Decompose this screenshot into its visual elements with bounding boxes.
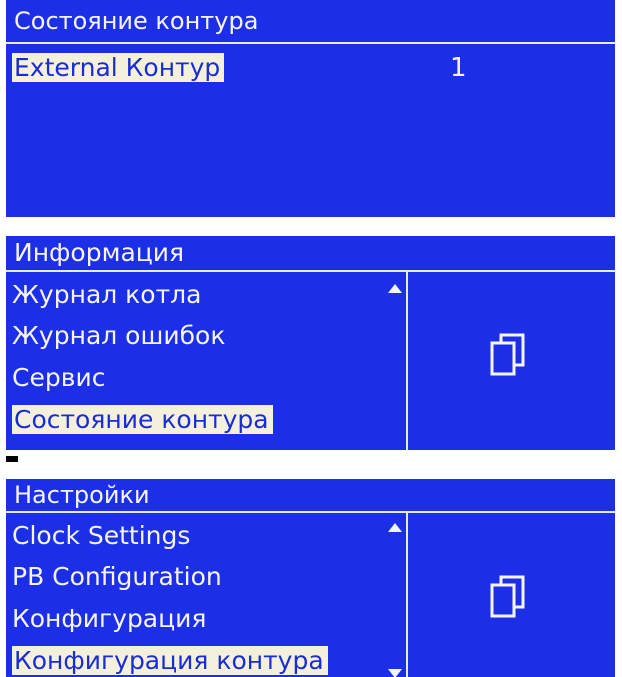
- vertical-divider: [406, 272, 408, 450]
- menu-list: Clock Settings PB Configuration Конфигур…: [6, 513, 406, 677]
- stray-mark: [6, 456, 18, 462]
- copy-pages-icon: [490, 333, 525, 376]
- menu-item-service[interactable]: Сервис: [12, 363, 105, 392]
- panel-title: Настройки: [6, 479, 615, 513]
- menu-item-label: Clock Settings: [12, 521, 191, 550]
- information-panel: Информация Журнал котла Журнал ошибок Се…: [6, 236, 615, 450]
- menu-list: Журнал котла Журнал ошибок Сервис Состоя…: [6, 272, 406, 450]
- settings-panel: Настройки Clock Settings PB Configuratio…: [6, 479, 615, 677]
- menu-item-label: External Контур: [12, 53, 225, 82]
- menu-item-boiler-log[interactable]: Журнал котла: [12, 280, 201, 309]
- scroll-down-icon[interactable]: [388, 669, 402, 677]
- panel-title: Информация: [6, 236, 615, 272]
- menu-item-label: Конфигурация контура: [12, 646, 328, 675]
- menu-item-circuit-status[interactable]: Состояние контура: [12, 405, 273, 434]
- menu-item-pb-configuration[interactable]: PB Configuration: [12, 562, 222, 591]
- menu-item-label: Сервис: [12, 363, 106, 392]
- menu-item-circuit-configuration[interactable]: Конфигурация контура: [12, 646, 328, 675]
- menu-item-label: Конфигурация: [12, 604, 207, 633]
- menu-item-error-log[interactable]: Журнал ошибок: [12, 321, 225, 350]
- copy-pages-icon: [490, 575, 525, 618]
- menu-item-external-circuit[interactable]: External Контур: [12, 53, 225, 82]
- menu-item-label: Состояние контура: [12, 405, 273, 434]
- menu-item-configuration[interactable]: Конфигурация: [12, 604, 206, 633]
- menu-item-label: PB Configuration: [12, 562, 222, 591]
- circuit-status-panel: Состояние контура External Контур 1: [6, 0, 615, 217]
- vertical-divider: [406, 513, 408, 677]
- circuit-value: 1: [450, 53, 467, 83]
- menu-item-clock-settings[interactable]: Clock Settings: [12, 521, 190, 550]
- scroll-up-icon[interactable]: [388, 284, 402, 293]
- panel-title: Состояние контура: [6, 0, 615, 44]
- scroll-up-icon[interactable]: [388, 523, 402, 532]
- menu-item-label: Журнал котла: [12, 280, 202, 309]
- menu-item-label: Журнал ошибок: [12, 321, 226, 350]
